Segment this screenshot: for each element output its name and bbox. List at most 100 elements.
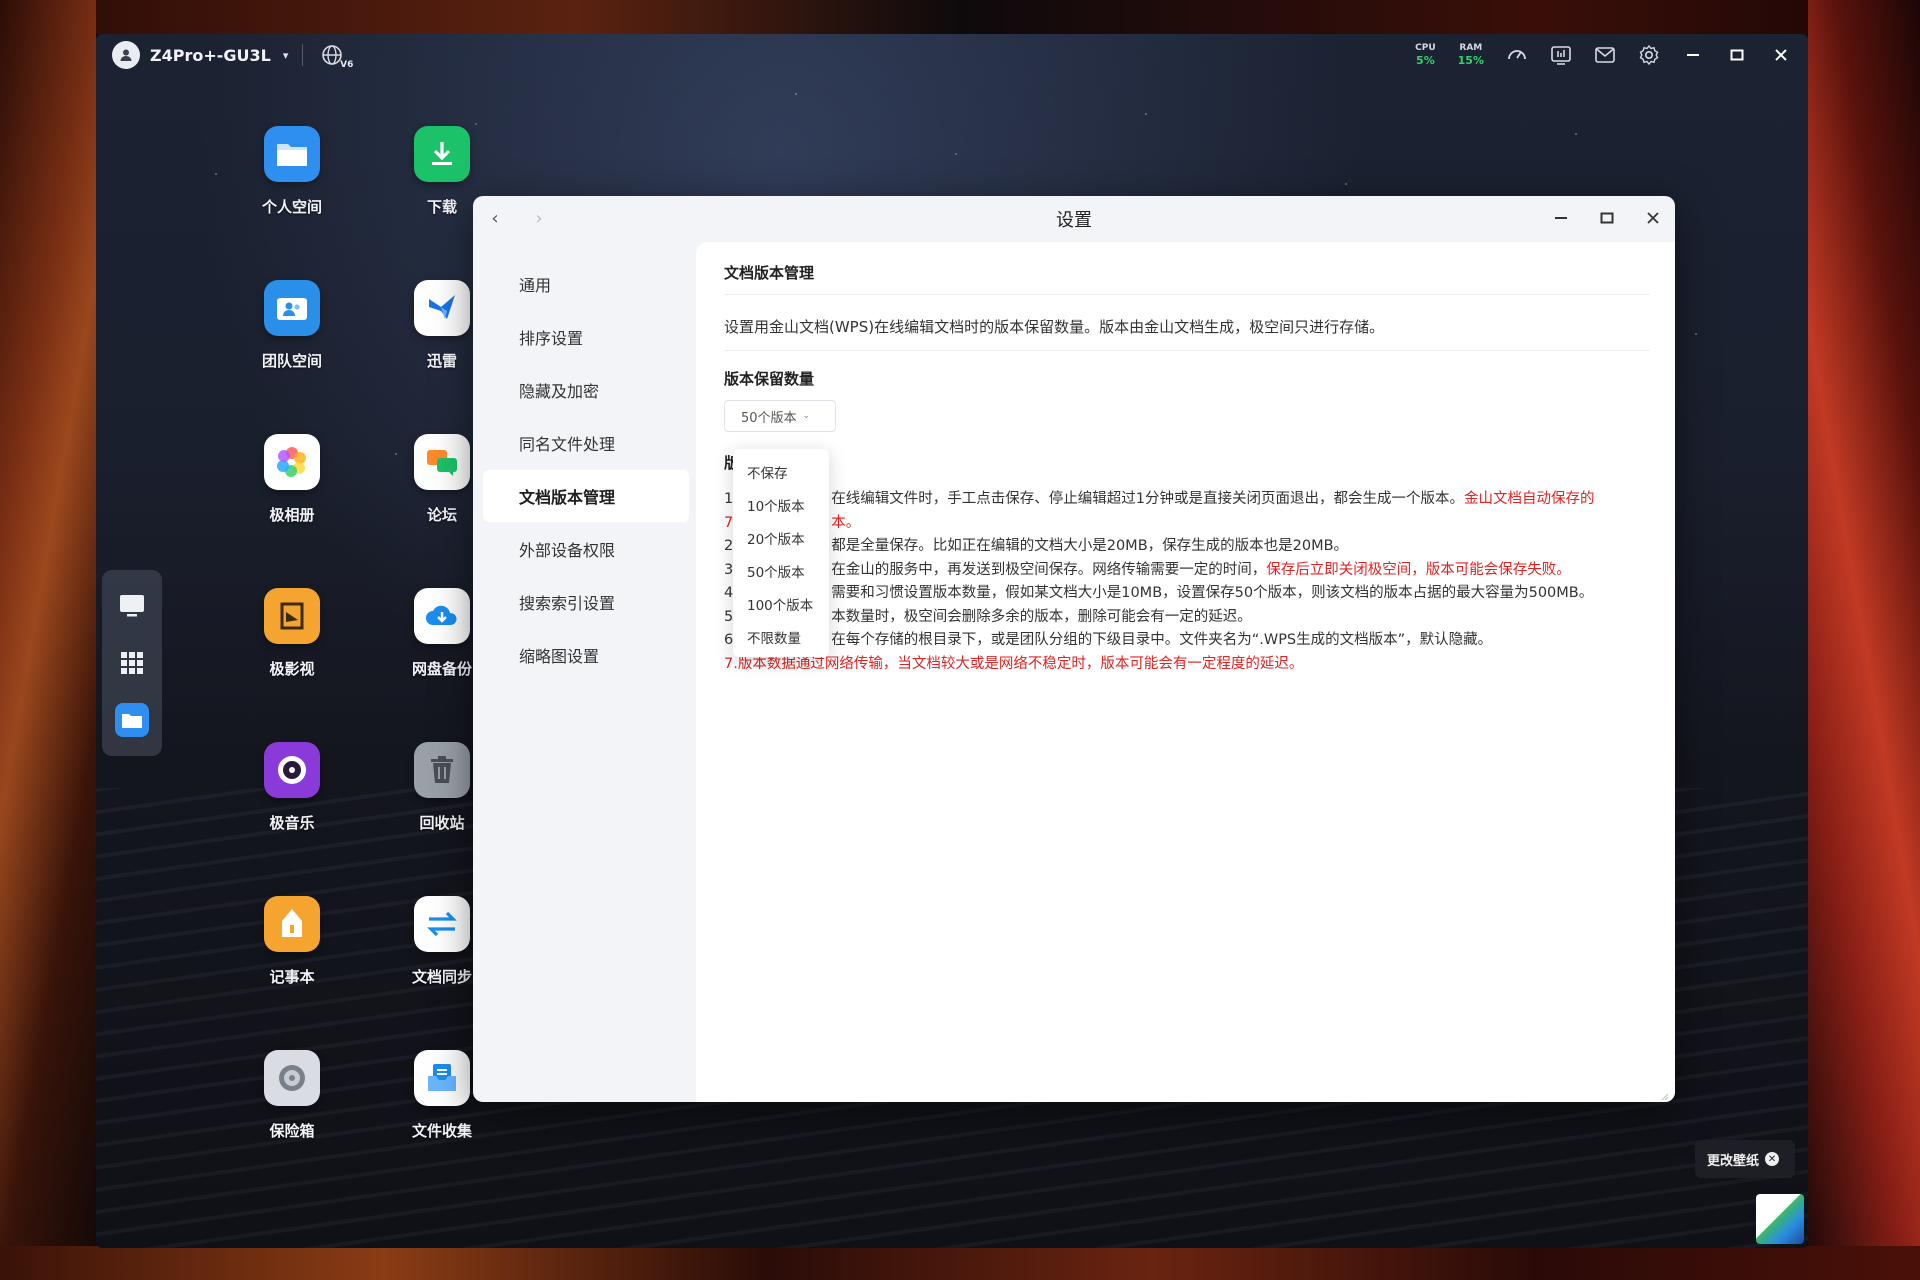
minimize-icon[interactable] (1682, 44, 1704, 66)
trash-icon (414, 742, 470, 798)
photo-frame-bottom (0, 1246, 1920, 1280)
app-label: 极音乐 (269, 814, 315, 832)
cpu-value: 5% (1416, 54, 1435, 67)
note-6: 6 在每个存储的根目录下，或是团队分组的下级目录中。文件夹名为“.WPS生成的文档… (724, 632, 1493, 648)
desktop-icon-music[interactable]: 极音乐 (232, 742, 352, 833)
dropdown-option[interactable]: 不保存 (733, 455, 829, 488)
change-wallpaper-toast[interactable]: 更改壁纸 ✕ (1695, 1140, 1795, 1178)
maximize-icon[interactable] (1726, 44, 1748, 66)
app-label: 记事本 (269, 968, 315, 986)
sidebar-item-general[interactable]: 通用 (483, 258, 689, 310)
side-dock (102, 570, 162, 756)
app-label: 极影视 (269, 660, 315, 678)
sidebar-item-sort[interactable]: 排序设置 (483, 311, 689, 363)
back-arrow-icon[interactable]: ‹ (485, 208, 505, 229)
app-label: 文件收集 (411, 1122, 472, 1140)
window-maximize-icon[interactable] (1595, 206, 1619, 230)
settings-content: 文档版本管理 设置用金山文档(WPS)在线编辑文档时的版本保留数量。版本由金山文… (696, 242, 1675, 1102)
mail-icon[interactable] (1594, 44, 1616, 66)
retention-count-label: 版本保留数量 (724, 370, 815, 388)
top-bar: Z4Pro+-GU3L ▾ V6 CPU 5% RAM 15% (96, 34, 1808, 76)
dropdown-option[interactable]: 10个版本 (733, 488, 829, 521)
close-icon[interactable] (1770, 44, 1792, 66)
close-toast-icon[interactable]: ✕ (1765, 1152, 1780, 1166)
divider (302, 44, 304, 66)
ram-value: 15% (1457, 54, 1484, 67)
chevron-down-icon[interactable]: ▾ (283, 49, 289, 62)
desktop-icon-team-space[interactable]: 团队空间 (232, 280, 352, 371)
app-label: 个人空间 (261, 198, 322, 216)
retention-count-select[interactable]: 50个版本 ⌄ (724, 400, 836, 432)
gear-icon[interactable] (1638, 44, 1660, 66)
dropdown-option[interactable]: 20个版本 (733, 521, 829, 554)
ipv6-badge: V6 (340, 60, 354, 70)
dropdown-option[interactable]: 50个版本 (733, 554, 829, 587)
device-name[interactable]: Z4Pro+-GU3L (150, 46, 271, 65)
sidebar-item-thumbnail[interactable]: 缩略图设置 (483, 629, 689, 681)
device-switcher[interactable]: Z4Pro+-GU3L ▾ (112, 41, 288, 69)
select-value: 50个版本 (741, 410, 797, 426)
window-controls (1549, 206, 1665, 230)
file-manager-dock-icon[interactable] (115, 702, 149, 737)
window-minimize-icon[interactable] (1549, 206, 1573, 230)
note-5: 5 本数量时，极空间会删除多余的版本，删除可能会有一定的延迟。 (724, 608, 1252, 625)
desktop-icon-safe-box[interactable]: 保险箱 (232, 1050, 352, 1141)
notepad-icon (264, 896, 320, 952)
thunder-bird-icon (414, 280, 470, 336)
note-7: 7.版本数据通过网络传输，当文档较大或是网络不稳定时，版本可能会有一定程度的延迟… (724, 655, 1304, 672)
window-close-icon[interactable] (1641, 206, 1665, 230)
sidebar-item-same-name[interactable]: 同名文件处理 (483, 417, 689, 469)
safe-dial-icon (264, 1050, 320, 1106)
desktop-icon-personal-space[interactable]: 个人空间 (232, 126, 352, 217)
cpu-label: CPU (1415, 43, 1436, 53)
app-grid-icon[interactable] (115, 646, 149, 680)
user-avatar-icon[interactable] (112, 41, 140, 69)
app-label: 团队空间 (261, 352, 322, 370)
photo-frame-right (1808, 0, 1920, 1280)
nav-arrows: ‹ › (485, 208, 549, 229)
sidebar-item-doc-version[interactable]: 文档版本管理 (483, 470, 689, 522)
desktop-icon-photos[interactable]: 极相册 (232, 434, 352, 525)
cpu-meter[interactable]: CPU 5% (1415, 43, 1436, 67)
desktop-monitor-icon[interactable] (115, 589, 149, 623)
settings-window: ‹ › 设置 通用 排序设置 隐藏及加密 同名文件处理 文档版本管理 外部设备权… (473, 196, 1675, 1102)
note-2: 2 都是全量保存。比如正在编辑的文档大小是20MB，保存生成的版本也是20MB。 (724, 538, 1349, 554)
section-title: 文档版本管理 (724, 264, 815, 282)
window-titlebar[interactable]: ‹ › 设置 (473, 196, 1675, 242)
wallpaper-thumbnail[interactable] (1756, 1194, 1804, 1244)
app-label: 保险箱 (269, 1122, 315, 1140)
window-title: 设置 (1056, 210, 1092, 231)
sidebar-item-hide-encrypt[interactable]: 隐藏及加密 (483, 364, 689, 416)
resize-grip-icon[interactable] (1659, 1086, 1669, 1101)
team-folder-icon (264, 280, 320, 336)
app-label: 文档同步 (411, 968, 472, 986)
photo-frame-top (0, 0, 1920, 34)
ram-meter[interactable]: RAM 15% (1457, 44, 1484, 67)
dropdown-option[interactable]: 不限数量 (733, 620, 829, 653)
note-1-cont: 7 本。 (724, 514, 861, 531)
sync-arrows-icon (414, 896, 470, 952)
retention-dropdown-menu: 不保存 10个版本 20个版本 50个版本 100个版本 不限数量 (733, 449, 829, 657)
dropdown-option[interactable]: 100个版本 (733, 587, 829, 620)
app-label: 下载 (426, 198, 457, 216)
desktop-icon-notes[interactable]: 记事本 (232, 896, 352, 987)
settings-sidebar: 通用 排序设置 隐藏及加密 同名文件处理 文档版本管理 外部设备权限 搜索索引设… (473, 242, 695, 1102)
sidebar-item-search-index[interactable]: 搜索索引设置 (483, 576, 689, 628)
chat-bubble-icon (414, 434, 470, 490)
music-disc-icon (264, 742, 320, 798)
sidebar-item-external-device[interactable]: 外部设备权限 (483, 523, 689, 575)
clapper-video-icon (264, 588, 320, 644)
folder-icon (264, 126, 320, 182)
chevron-down-icon: ⌄ (802, 411, 811, 421)
app-label: 网盘备份 (411, 660, 472, 678)
speedometer-icon[interactable] (1506, 44, 1528, 66)
app-label: 迅雷 (426, 352, 457, 370)
globe-network-icon[interactable]: V6 (317, 44, 353, 70)
monitor-task-icon[interactable] (1550, 44, 1572, 66)
section-description: 设置用金山文档(WPS)在线编辑文档时的版本保留数量。版本由金山文档生成，极空间… (724, 318, 1385, 336)
app-label: 回收站 (419, 814, 465, 832)
desktop-icon-video[interactable]: 极影视 (232, 588, 352, 679)
forward-arrow-icon[interactable]: › (529, 208, 549, 229)
app-label: 极相册 (269, 506, 315, 524)
note-1: 1 在线编辑文件时，手工点击保存、停止编辑超过1分钟或是直接关闭页面退出，都会生成… (724, 491, 1595, 507)
